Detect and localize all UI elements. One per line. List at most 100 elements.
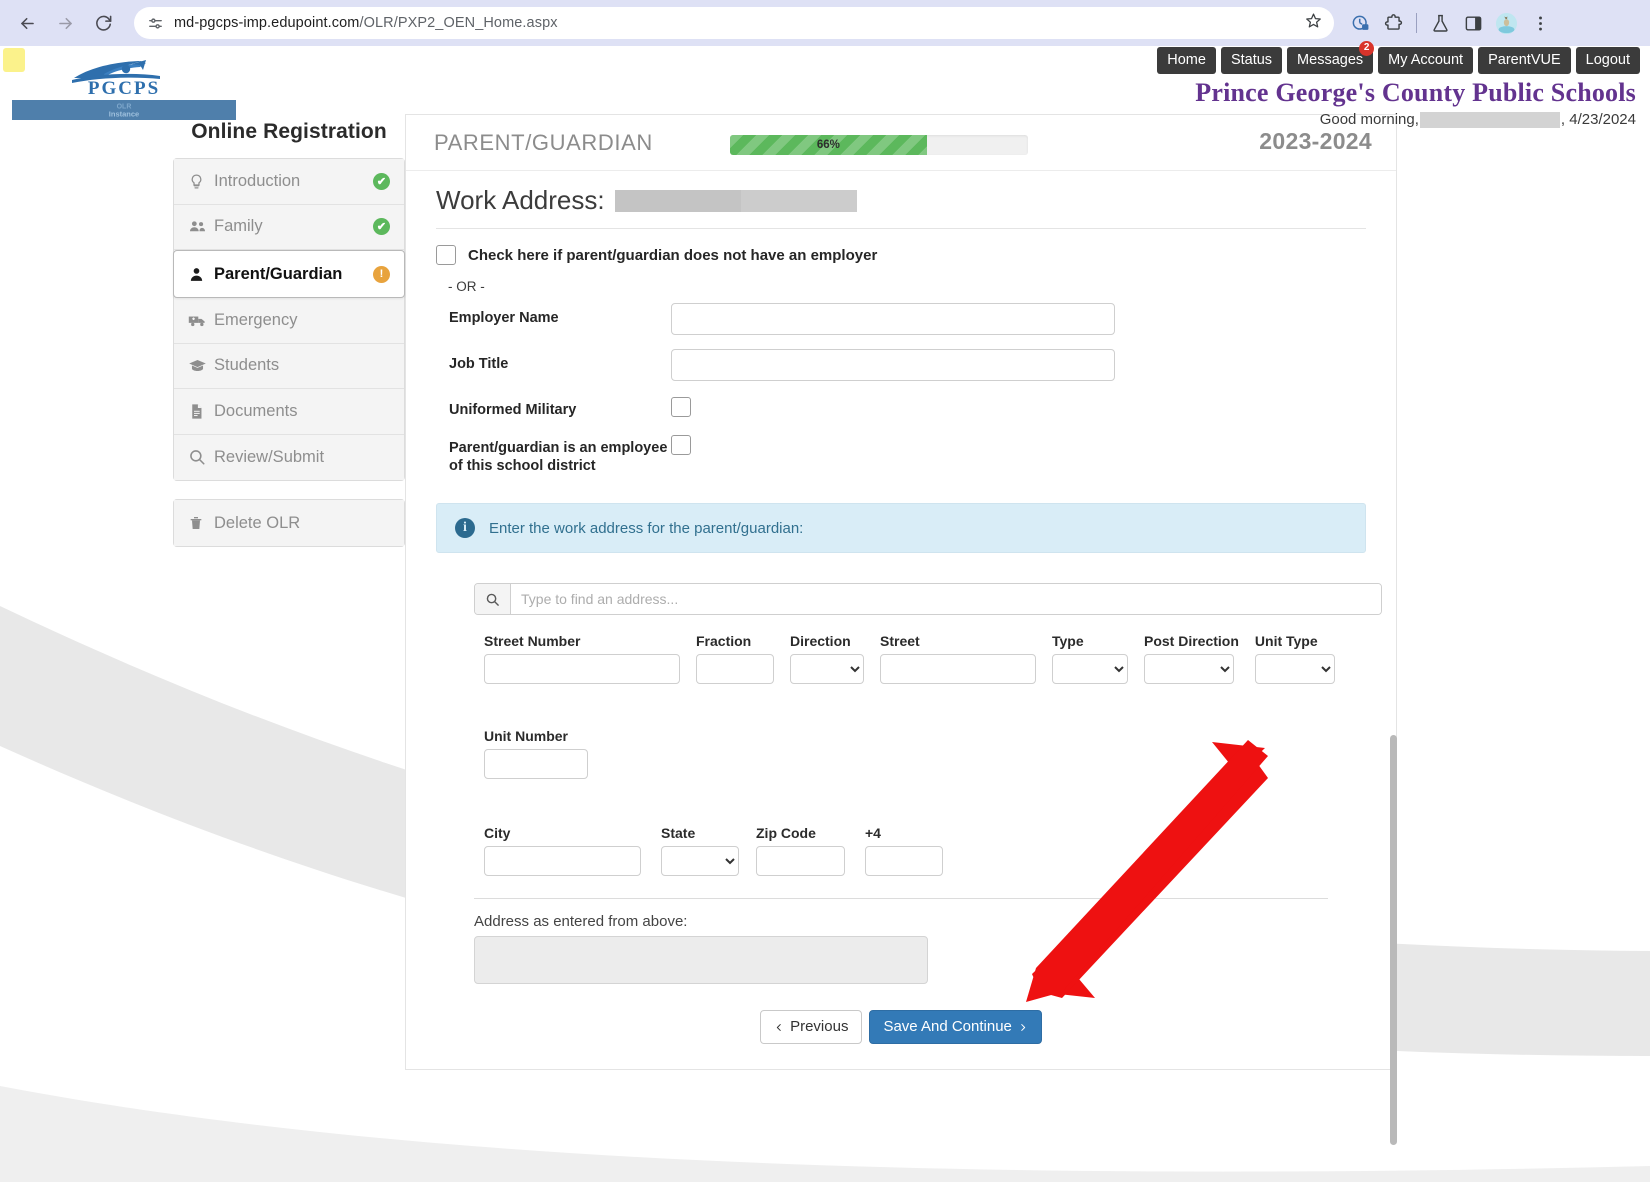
save-and-continue-label: Save And Continue <box>883 1017 1011 1037</box>
nav-parentvue-button[interactable]: ParentVUE <box>1478 47 1571 74</box>
reload-icon[interactable] <box>86 6 120 40</box>
svg-text:Instance: Instance <box>109 110 139 119</box>
direction-label: Direction <box>790 633 864 649</box>
sidebar-item-introduction[interactable]: Introduction ✔ <box>174 159 404 205</box>
sidebar-item-parent-guardian[interactable]: Parent/Guardian ! <box>173 250 405 298</box>
post-direction-field: Post Direction <box>1144 633 1239 684</box>
magnifier-icon <box>188 448 214 466</box>
url-text: md-pgcps-imp.edupoint.com/OLR/PXP2_OEN_H… <box>174 15 558 31</box>
person-icon <box>188 266 214 283</box>
city-input[interactable] <box>484 846 641 876</box>
profile-avatar-icon[interactable] <box>1496 13 1517 34</box>
type-select[interactable] <box>1052 654 1128 684</box>
nav-my-account-button[interactable]: My Account <box>1378 47 1473 74</box>
messages-badge: 2 <box>1359 41 1374 56</box>
tracking-protection-icon[interactable] <box>1350 13 1370 33</box>
job-title-input[interactable] <box>671 349 1115 381</box>
info-banner-text: Enter the work address for the parent/gu… <box>489 520 803 537</box>
labs-flask-icon[interactable] <box>1430 13 1450 33</box>
sidebar-item-label: Family <box>214 217 373 236</box>
address-search-box[interactable] <box>474 583 1382 615</box>
address-bar[interactable]: md-pgcps-imp.edupoint.com/OLR/PXP2_OEN_H… <box>134 7 1334 39</box>
job-title-row: Job Title <box>436 349 1366 381</box>
browser-nav-buttons <box>10 6 120 40</box>
city-state-zip-row: City State Zip Code +4 <box>484 825 1366 876</box>
pgcps-logo[interactable]: PGCPS OLR Instance <box>12 58 236 120</box>
sidebar-item-label: Documents <box>214 402 390 421</box>
address-entered-label: Address as entered from above: <box>474 913 1366 930</box>
delete-olr-container: Delete OLR <box>173 499 405 547</box>
unit-number-input[interactable] <box>484 749 588 779</box>
previous-button[interactable]: Previous <box>760 1010 862 1044</box>
main-content-panel: PARENT/GUARDIAN 66% 2023-2024 Work Addre… <box>405 114 1397 1070</box>
direction-select[interactable] <box>790 654 864 684</box>
browser-toolbar: md-pgcps-imp.edupoint.com/OLR/PXP2_OEN_H… <box>0 0 1650 46</box>
pgcps-logo-graphic: PGCPS <box>12 58 236 102</box>
side-panel-icon[interactable] <box>1463 13 1483 33</box>
unit-type-select[interactable] <box>1255 654 1335 684</box>
star-icon[interactable] <box>1305 12 1322 34</box>
zip-code-input[interactable] <box>756 846 845 876</box>
site-top-navigation: Home Status Messages 2 My Account Parent… <box>1157 47 1640 74</box>
state-select[interactable] <box>661 846 739 876</box>
people-icon <box>188 217 214 236</box>
uniformed-military-checkbox[interactable] <box>671 397 691 417</box>
street-number-field: Street Number <box>484 633 680 684</box>
zip-plus-four-input[interactable] <box>865 846 943 876</box>
back-arrow-icon[interactable] <box>10 6 44 40</box>
site-settings-icon[interactable] <box>146 14 164 32</box>
nav-home-button[interactable]: Home <box>1157 47 1216 74</box>
street-number-label: Street Number <box>484 633 680 649</box>
extensions-icon[interactable] <box>1383 13 1403 33</box>
forward-arrow-icon[interactable] <box>48 6 82 40</box>
district-employee-checkbox[interactable] <box>671 435 691 455</box>
url-path: /OLR/PXP2_OEN_Home.aspx <box>359 15 557 31</box>
employer-name-row: Employer Name <box>436 303 1366 335</box>
post-direction-select[interactable] <box>1144 654 1234 684</box>
street-input[interactable] <box>880 654 1036 684</box>
employer-name-input[interactable] <box>671 303 1115 335</box>
zip-plus-four-label: +4 <box>865 825 943 841</box>
panel-scrollbar[interactable] <box>1390 735 1397 1145</box>
redacted-user-name <box>1420 112 1560 128</box>
panel-body: Work Address: Check here if parent/guard… <box>406 171 1396 1066</box>
sidebar-menu: Introduction ✔ Family ✔ Parent/Guardian … <box>173 158 405 481</box>
address-search-input[interactable] <box>511 584 1381 614</box>
street-field: Street <box>880 633 1036 684</box>
chrome-menu-icon[interactable] <box>1530 13 1550 33</box>
search-icon[interactable] <box>475 584 511 614</box>
direction-field: Direction <box>790 633 864 684</box>
zip-code-label: Zip Code <box>756 825 845 841</box>
nav-status-button[interactable]: Status <box>1221 47 1282 74</box>
nav-logout-button[interactable]: Logout <box>1576 47 1640 74</box>
sidebar-item-documents[interactable]: Documents <box>174 389 404 435</box>
city-label: City <box>484 825 641 841</box>
olr-instance-banner: OLR Instance <box>12 100 236 120</box>
info-circle-icon: i <box>455 518 475 538</box>
no-employer-row: Check here if parent/guardian does not h… <box>436 245 1366 265</box>
uniformed-military-row: Uniformed Military <box>436 395 1366 419</box>
no-employer-checkbox[interactable] <box>436 245 456 265</box>
or-separator: - OR - <box>448 279 1366 294</box>
info-banner: i Enter the work address for the parent/… <box>436 503 1366 553</box>
section-title: Work Address: <box>436 185 605 216</box>
nav-status-label: Status <box>1231 52 1272 68</box>
unit-type-label: Unit Type <box>1255 633 1335 649</box>
uniformed-military-label: Uniformed Military <box>436 395 671 419</box>
city-field: City <box>484 825 641 876</box>
sidebar-item-students[interactable]: Students <box>174 344 404 390</box>
work-address-heading: Work Address: <box>436 185 1366 229</box>
save-and-continue-button[interactable]: Save And Continue <box>869 1010 1041 1044</box>
lightbulb-icon <box>188 173 214 190</box>
delete-olr-button[interactable]: Delete OLR <box>174 500 404 546</box>
sidebar-item-review-submit[interactable]: Review/Submit <box>174 435 404 481</box>
fraction-input[interactable] <box>696 654 774 684</box>
nav-messages-label: Messages <box>1297 52 1363 68</box>
chevron-left-icon <box>774 1021 784 1034</box>
toolbar-divider <box>1416 13 1417 33</box>
sidebar-item-emergency[interactable]: Emergency <box>174 298 404 344</box>
nav-messages-button[interactable]: Messages 2 <box>1287 47 1373 74</box>
zip-plus-four-field: +4 <box>865 825 943 876</box>
sidebar-item-family[interactable]: Family ✔ <box>174 205 404 251</box>
street-number-input[interactable] <box>484 654 680 684</box>
